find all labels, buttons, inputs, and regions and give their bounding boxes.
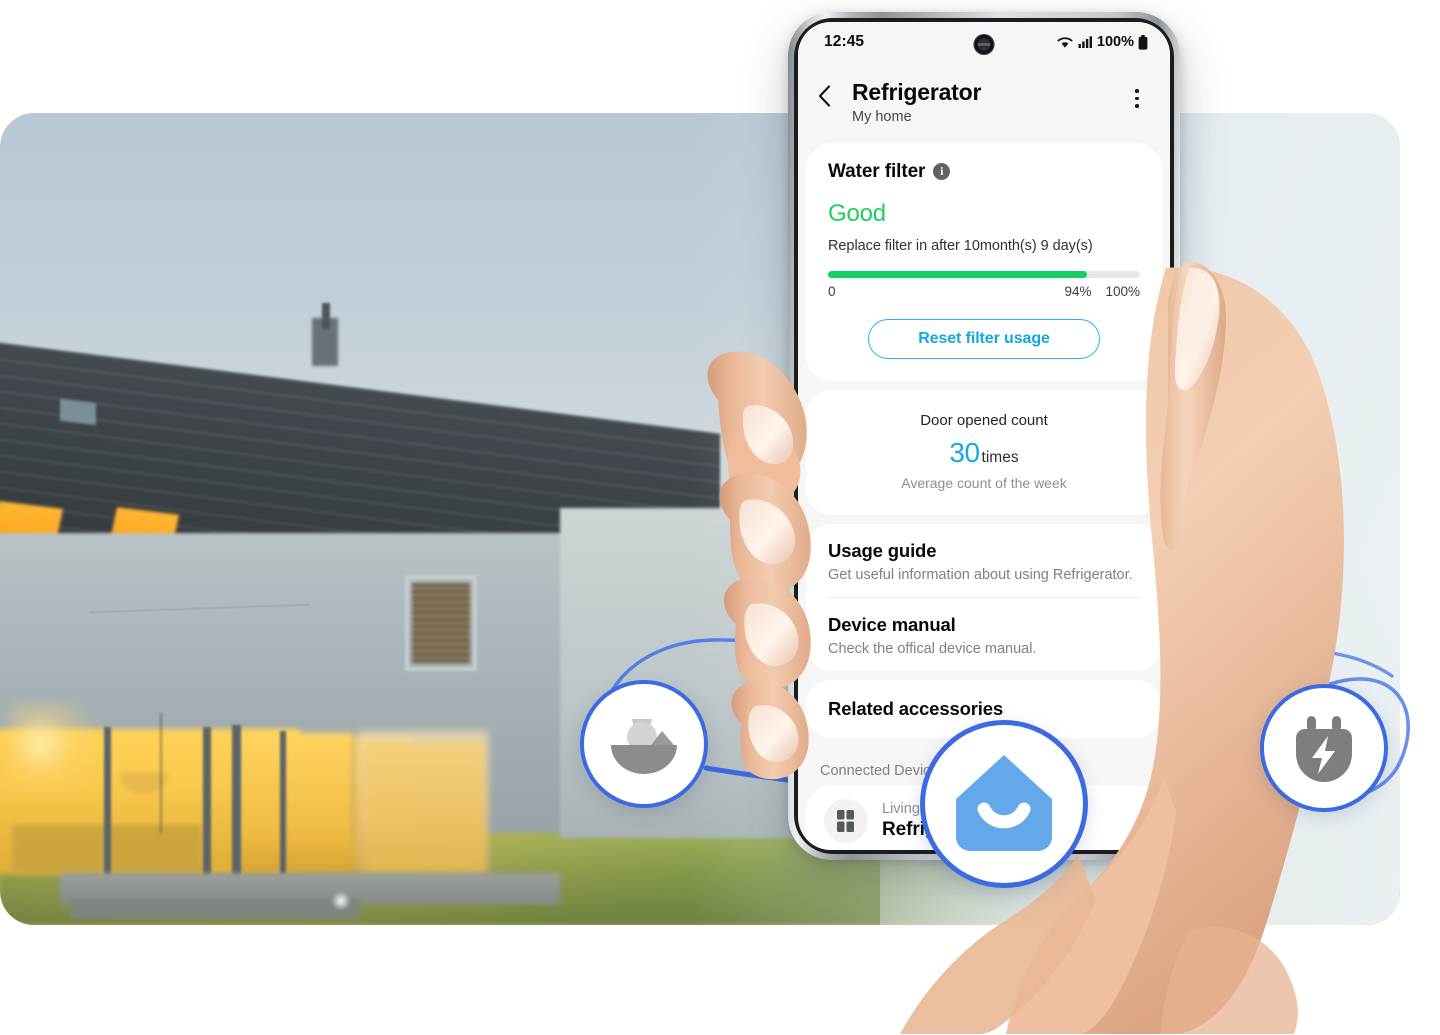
back-button[interactable] — [818, 80, 848, 112]
filter-status-text: Good — [828, 199, 886, 227]
ground-light — [330, 893, 352, 909]
progress-min-label: 0 — [828, 283, 836, 299]
app-bar-titles: Refrigerator My home — [848, 80, 1124, 125]
power-plug-badge[interactable] — [1260, 684, 1388, 812]
door-count-unit: times — [981, 448, 1019, 466]
door-count-value-row: 30 times — [826, 437, 1142, 469]
door-count-value: 30 — [949, 436, 980, 468]
wrist-shading — [1160, 927, 1298, 1034]
battery-percent-label: 100% — [1096, 34, 1134, 50]
status-bar: 12:45 100% — [798, 22, 1170, 62]
wifi-icon — [1057, 37, 1073, 48]
terrace-step — [70, 899, 360, 919]
water-filter-title: Water filter — [828, 160, 926, 182]
window-mullion — [203, 727, 211, 877]
window-mullion — [280, 731, 286, 877]
status-time: 12:45 — [824, 33, 865, 50]
info-icon[interactable]: i — [933, 163, 951, 181]
page-title: Refrigerator — [852, 79, 982, 105]
reset-filter-usage-button[interactable]: Reset filter usage — [868, 318, 1100, 359]
food-bowl-icon — [611, 719, 677, 774]
device-manual-title: Device manual — [828, 613, 956, 635]
power-plug-bolt-icon — [1296, 716, 1352, 782]
kebab-dot — [1135, 89, 1139, 93]
water-filter-body: Water filter i Good Replace filter in af… — [806, 143, 1162, 381]
usage-guide-row[interactable]: Usage guide Get useful information about… — [806, 524, 1162, 597]
guides-card: Usage guide Get useful information about… — [806, 523, 1162, 671]
food-bowl-badge[interactable] — [580, 680, 708, 808]
device-manual-subtitle: Check the offical device manual. — [828, 640, 1037, 657]
screenshot-root: 12:45 100% Refrigerator My home Water fi… — [0, 0, 1440, 1035]
app-bar: Refrigerator My home — [798, 62, 1170, 141]
refrigerator-icon — [824, 798, 868, 843]
battery-full-icon — [1138, 34, 1148, 50]
refrigerator-glyph — [837, 809, 854, 832]
reset-button-wrap: Reset filter usage — [828, 318, 1140, 359]
fence-pole — [160, 713, 162, 833]
cellular-signal-icon — [1078, 36, 1092, 48]
usage-guide-title: Usage guide — [828, 539, 937, 561]
filter-replace-note: Replace filter in after 10month(s) 9 day… — [828, 237, 1093, 254]
window-mullion — [232, 725, 241, 877]
front-camera-punch-hole — [973, 34, 995, 55]
related-accessories-title: Related accessories — [828, 697, 1004, 719]
chevron-left-icon — [818, 85, 831, 107]
filter-progress-track — [828, 270, 1140, 278]
water-filter-card: Water filter i Good Replace filter in af… — [806, 142, 1162, 381]
status-indicators: 100% — [1056, 34, 1148, 50]
progress-max-label: 100% — [1105, 283, 1140, 299]
roof-skylight — [60, 398, 96, 426]
home-badge[interactable] — [920, 720, 1088, 888]
corner-spotlight — [8, 703, 118, 793]
upper-window-shutters — [412, 583, 470, 663]
smartthings-home-icon — [956, 755, 1052, 851]
window-glow-4 — [365, 743, 485, 871]
water-filter-header: Water filter i — [828, 161, 1140, 183]
filter-progress-fill — [828, 270, 1087, 278]
hero-photo — [0, 113, 1400, 925]
page-subtitle: My home — [852, 108, 912, 125]
device-manual-row[interactable]: Device manual Check the offical device m… — [806, 598, 1162, 671]
more-options-button[interactable] — [1124, 80, 1150, 108]
kebab-dot — [1135, 96, 1139, 101]
door-count-subtitle: Average count of the week — [901, 474, 1067, 491]
usage-guide-subtitle: Get useful information about using Refri… — [828, 566, 1133, 583]
door-count-body: Door opened count 30 times Average count … — [806, 390, 1162, 515]
door-count-title: Door opened count — [920, 411, 1048, 429]
filter-progress-labels: 0 94% 100% — [828, 284, 1140, 299]
door-opened-count-card: Door opened count 30 times Average count … — [806, 389, 1162, 515]
window-glow-2 — [238, 733, 353, 873]
kebab-dot — [1135, 104, 1139, 108]
chimney-pipe — [322, 303, 330, 329]
progress-value-label: 94% — [1064, 283, 1092, 299]
